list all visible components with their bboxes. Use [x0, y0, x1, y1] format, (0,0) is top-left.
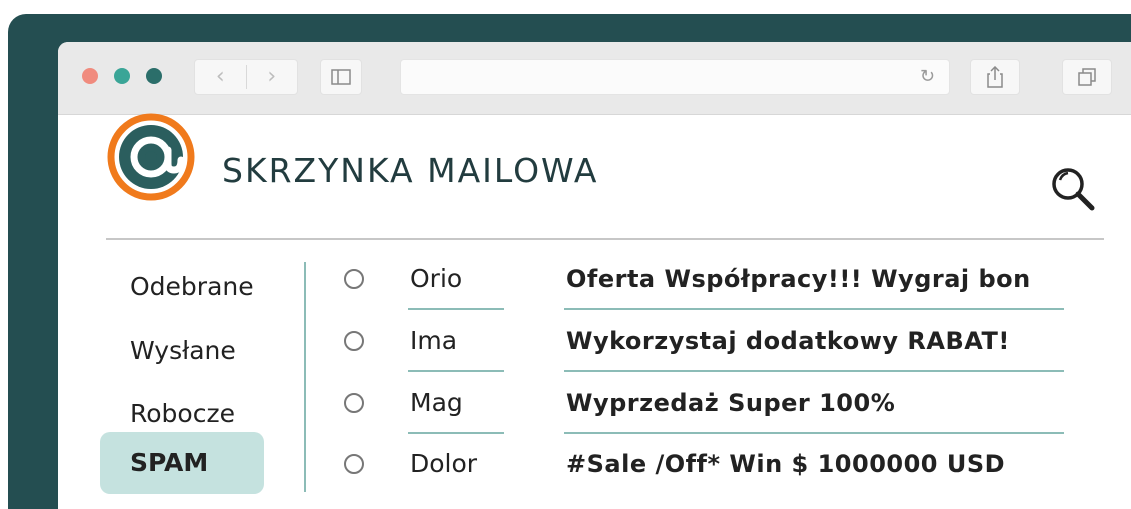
message-sender: Dolor — [410, 449, 478, 478]
folder-inbox[interactable]: Odebrane — [100, 256, 264, 318]
address-bar[interactable]: ↻ — [400, 59, 950, 95]
message-sender: Orio — [410, 264, 463, 293]
select-radio[interactable] — [344, 269, 364, 289]
share-icon — [987, 66, 1003, 88]
share-button[interactable] — [970, 59, 1020, 95]
mail-logo-icon — [107, 113, 195, 201]
message-sender: Mag — [410, 388, 463, 417]
message-row[interactable]: Dolor #Sale /Off* Win $ 1000000 USD — [336, 433, 1096, 495]
message-row[interactable]: Ima Wykorzystaj dodatkowy RABAT! — [336, 310, 1096, 372]
search-icon[interactable] — [1046, 162, 1102, 218]
browser-toolbar: ‹ › ↻ — [58, 42, 1131, 115]
maximize-window-button[interactable] — [146, 68, 162, 84]
message-subject: #Sale /Off* Win $ 1000000 USD — [566, 450, 1006, 478]
tabs-button[interactable] — [1062, 59, 1112, 95]
folder-sent[interactable]: Wysłane — [100, 320, 264, 382]
sidebar-toggle-icon — [331, 69, 351, 85]
message-subject: Wykorzystaj dodatkowy RABAT! — [566, 327, 1010, 355]
select-radio[interactable] — [344, 331, 364, 351]
app-title: SKRZYNKA MAILOWA — [222, 151, 599, 190]
message-subject: Oferta Współpracy!!! Wygraj bon — [566, 265, 1031, 293]
select-radio[interactable] — [344, 454, 364, 474]
sidebar-toggle-button[interactable] — [320, 59, 362, 95]
forward-button[interactable]: › — [247, 60, 298, 94]
message-row[interactable]: Mag Wyprzedaż Super 100% — [336, 372, 1096, 434]
message-subject: Wyprzedaż Super 100% — [566, 389, 896, 417]
back-button[interactable]: ‹ — [195, 60, 246, 94]
folder-spam[interactable]: SPAM — [100, 432, 264, 494]
message-row[interactable]: Orio Oferta Współpracy!!! Wygraj bon — [336, 248, 1096, 310]
sidebar-divider — [304, 262, 306, 492]
header-divider — [106, 238, 1104, 240]
minimize-window-button[interactable] — [114, 68, 130, 84]
message-sender: Ima — [410, 326, 458, 355]
close-window-button[interactable] — [82, 68, 98, 84]
tabs-icon — [1078, 68, 1096, 86]
select-radio[interactable] — [344, 393, 364, 413]
browser-window: ‹ › ↻ SKRZYNKA MAILOWA Odebrane Wysłane … — [58, 42, 1131, 509]
history-nav: ‹ › — [194, 59, 298, 95]
reload-icon[interactable]: ↻ — [920, 66, 935, 87]
